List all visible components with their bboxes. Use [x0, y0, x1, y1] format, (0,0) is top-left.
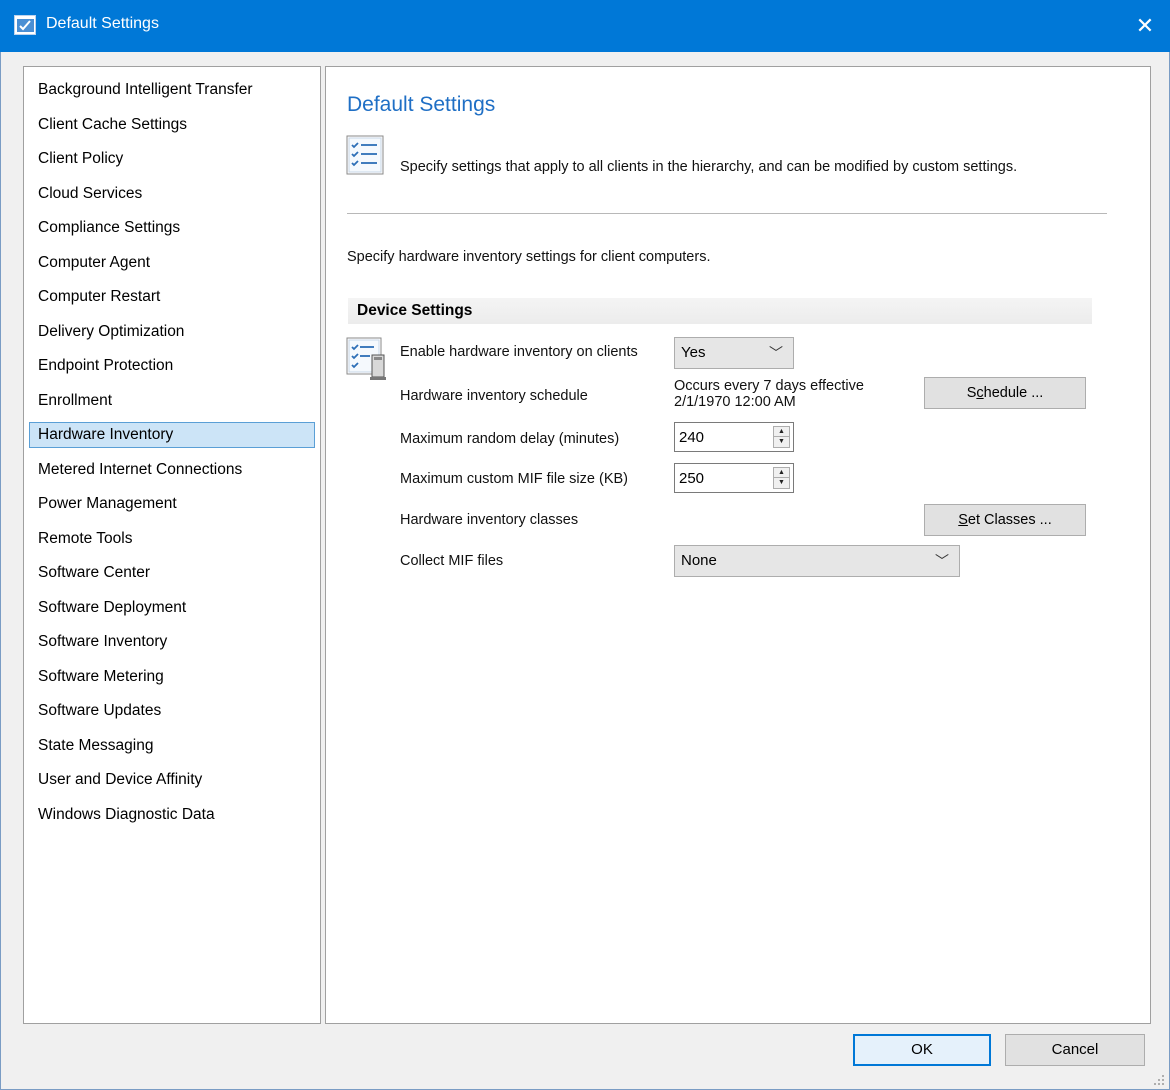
spin-up-icon[interactable]: ▲: [774, 427, 789, 437]
enable-hardware-inventory-value: Yes: [681, 344, 706, 361]
sidebar-item-computer-agent[interactable]: Computer Agent: [29, 250, 315, 276]
sidebar-item-enrollment[interactable]: Enrollment: [29, 388, 315, 414]
schedule-button[interactable]: Schedule ...: [924, 377, 1086, 409]
sidebar-item-software-inventory[interactable]: Software Inventory: [29, 629, 315, 655]
sidebar-item-state-messaging[interactable]: State Messaging: [29, 733, 315, 759]
spin-down-icon[interactable]: ▼: [774, 437, 789, 447]
spin-arrows[interactable]: ▲ ▼: [773, 467, 790, 489]
collect-mif-files-dropdown[interactable]: None ﹀: [674, 545, 960, 577]
section-description: Specify hardware inventory settings for …: [347, 249, 711, 265]
schedule-label: Hardware inventory schedule: [400, 388, 588, 404]
max-random-delay-input[interactable]: [675, 423, 767, 451]
collect-mif-files-value: None: [681, 552, 717, 569]
max-random-delay-label: Maximum random delay (minutes): [400, 431, 620, 447]
spin-down-icon[interactable]: ▼: [774, 478, 789, 488]
chevron-down-icon: ﹀: [769, 345, 783, 361]
title-bar: Default Settings ✕: [0, 0, 1170, 52]
sidebar-item-software-metering[interactable]: Software Metering: [29, 664, 315, 690]
sidebar-item-remote-tools[interactable]: Remote Tools: [29, 526, 315, 552]
settings-window-icon: [14, 15, 36, 35]
divider: [347, 213, 1107, 214]
enable-hardware-inventory-dropdown[interactable]: Yes ﹀: [674, 337, 794, 369]
sidebar-item-metered-internet-connections[interactable]: Metered Internet Connections: [29, 457, 315, 483]
sidebar-item-cloud-services[interactable]: Cloud Services: [29, 181, 315, 207]
ok-button[interactable]: OK: [853, 1034, 991, 1066]
sidebar-item-compliance-settings[interactable]: Compliance Settings: [29, 215, 315, 241]
sidebar-item-user-and-device-affinity[interactable]: User and Device Affinity: [29, 767, 315, 793]
spin-arrows[interactable]: ▲ ▼: [773, 426, 790, 448]
page-description: Specify settings that apply to all clien…: [400, 159, 1018, 175]
sidebar-item-software-deployment[interactable]: Software Deployment: [29, 595, 315, 621]
max-random-delay-stepper[interactable]: ▲ ▼: [674, 422, 794, 452]
sidebar-item-windows-diagnostic-data[interactable]: Windows Diagnostic Data: [29, 802, 315, 828]
set-classes-button[interactable]: Set Classes ...: [924, 504, 1086, 536]
sidebar-item-client-policy[interactable]: Client Policy: [29, 146, 315, 172]
close-button[interactable]: ✕: [1120, 0, 1170, 52]
schedule-summary-line2: 2/1/1970 12:00 AM: [674, 394, 796, 410]
max-mif-size-input[interactable]: [675, 464, 767, 492]
checklist-computer-icon: [346, 337, 390, 383]
page-title: Default Settings: [347, 93, 496, 116]
sidebar-item-computer-restart[interactable]: Computer Restart: [29, 284, 315, 310]
schedule-summary-line1: Occurs every 7 days effective: [674, 378, 864, 394]
close-icon: ✕: [1135, 13, 1155, 38]
sidebar-item-background-intelligent-transfer[interactable]: Background Intelligent Transfer: [29, 77, 315, 103]
spin-up-icon[interactable]: ▲: [774, 468, 789, 478]
chevron-down-icon: ﹀: [935, 553, 949, 569]
settings-category-list: Background Intelligent Transfer Client Ca…: [23, 66, 321, 1024]
window-title: Default Settings: [46, 15, 159, 32]
sidebar-item-delivery-optimization[interactable]: Delivery Optimization: [29, 319, 315, 345]
settings-content-pane: Default Settings Specify settings that a…: [325, 66, 1151, 1024]
enable-hardware-inventory-label: Enable hardware inventory on clients: [400, 344, 638, 360]
sidebar-item-client-cache-settings[interactable]: Client Cache Settings: [29, 112, 315, 138]
sidebar-item-power-management[interactable]: Power Management: [29, 491, 315, 517]
resize-grip[interactable]: [1153, 1073, 1165, 1085]
device-settings-header: Device Settings: [348, 298, 1092, 324]
sidebar-item-software-center[interactable]: Software Center: [29, 560, 315, 586]
sidebar-item-hardware-inventory[interactable]: Hardware Inventory: [29, 422, 315, 448]
max-mif-size-label: Maximum custom MIF file size (KB): [400, 471, 628, 487]
collect-mif-files-label: Collect MIF files: [400, 553, 504, 569]
sidebar-item-endpoint-protection[interactable]: Endpoint Protection: [29, 353, 315, 379]
checklist-icon: [346, 135, 384, 175]
sidebar-item-software-updates[interactable]: Software Updates: [29, 698, 315, 724]
hardware-inventory-classes-label: Hardware inventory classes: [400, 512, 579, 528]
cancel-button[interactable]: Cancel: [1005, 1034, 1145, 1066]
dialog-client-area: Background Intelligent Transfer Client Ca…: [0, 52, 1170, 1090]
max-mif-size-stepper[interactable]: ▲ ▼: [674, 463, 794, 493]
